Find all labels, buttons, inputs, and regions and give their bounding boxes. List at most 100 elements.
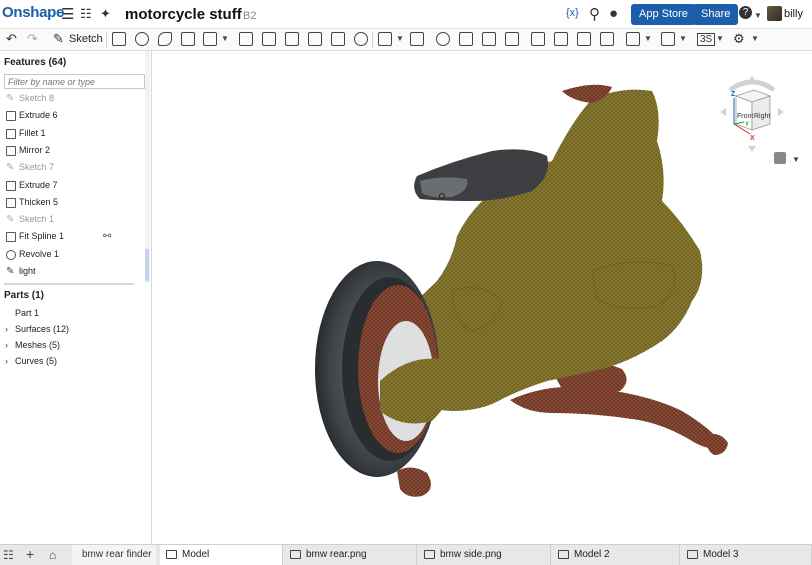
delete-part-icon[interactable] <box>505 32 519 46</box>
search-icon[interactable]: ⚲ <box>589 5 600 23</box>
custom-features-chevron-down-icon[interactable]: ▼ <box>751 34 759 43</box>
custom-features-icon[interactable]: ⚙ <box>733 31 745 47</box>
feature-item-mirror[interactable]: Mirror 2 <box>0 143 146 160</box>
plane-chevron-down-icon[interactable]: ▼ <box>644 34 652 43</box>
sweep-icon[interactable] <box>158 32 172 46</box>
extrude-icon[interactable] <box>112 32 126 46</box>
comment-icon[interactable]: ● <box>609 5 618 22</box>
chevron-right-icon[interactable]: › <box>5 356 8 366</box>
chevron-right-icon[interactable]: › <box>5 340 8 350</box>
sketch-icon: ✎ <box>6 93 15 104</box>
redo-icon[interactable]: ↷ <box>27 31 38 47</box>
link-icon[interactable]: ⚯ <box>103 231 111 242</box>
mirror-icon[interactable] <box>410 32 424 46</box>
help-icon[interactable]: ? <box>739 6 752 19</box>
feature-label: Sketch 1 <box>19 214 55 225</box>
pattern-chevron-down-icon[interactable]: ▼ <box>396 34 404 43</box>
add-tab-icon[interactable]: + <box>26 546 34 562</box>
sketch-pencil-icon[interactable]: ✎ <box>53 31 64 47</box>
share-button[interactable]: Share <box>693 4 739 25</box>
mate-chevron-down-icon[interactable]: ▼ <box>679 34 687 43</box>
home-folder-icon[interactable]: ⌂ <box>49 548 56 562</box>
image-icon <box>424 550 435 559</box>
graphics-viewport[interactable]: Front Right Z Y X ▼ <box>152 51 812 544</box>
rib-icon[interactable] <box>308 32 322 46</box>
branch-label[interactable]: B2 <box>243 10 256 22</box>
part-studio-icon <box>687 550 698 559</box>
delete-face-icon[interactable] <box>554 32 568 46</box>
tab-bmw-side-png[interactable]: bmw side.png <box>418 545 551 565</box>
part-item-part-1[interactable]: Part 1 <box>15 308 39 318</box>
view-mode-chevron-down-icon[interactable]: ▼ <box>716 34 724 43</box>
insert-icon[interactable]: ✦ <box>100 6 111 22</box>
chevron-right-icon[interactable]: › <box>5 324 8 334</box>
rotate-left-arrow-icon[interactable] <box>720 108 726 116</box>
feature-list-scroll-thumb[interactable] <box>145 249 149 281</box>
modify-fillet-icon[interactable] <box>531 32 545 46</box>
folder-tab-bmw-rear-finder[interactable]: bmw rear finder <box>72 545 156 565</box>
replace-face-icon[interactable] <box>600 32 614 46</box>
undo-icon[interactable]: ↶ <box>6 31 17 47</box>
feature-item-thicken[interactable]: Thicken 5 <box>0 195 146 212</box>
hamburger-menu-icon[interactable]: ☰ <box>61 5 74 23</box>
onshape-logo[interactable]: Onshape <box>2 4 64 21</box>
feature-item-fit-spline[interactable]: Fit Spline 1 ⚯ <box>0 229 146 246</box>
tab-model-3[interactable]: Model 3 <box>681 545 812 565</box>
panel-resize-handle[interactable] <box>4 283 134 285</box>
feature-item-fillet[interactable]: Fillet 1 <box>0 126 146 143</box>
view-navigation-cube[interactable]: Front Right Z Y X <box>720 76 784 152</box>
thicken-chevron-down-icon[interactable]: ▼ <box>221 34 229 43</box>
split-icon[interactable] <box>459 32 473 46</box>
view-cube-chevron-down-icon[interactable]: ▼ <box>792 155 800 164</box>
feature-item-sketch[interactable]: ✎ Sketch 1 <box>0 212 146 229</box>
move-face-icon[interactable] <box>577 32 591 46</box>
view-cube-menu-icon[interactable] <box>774 152 786 164</box>
avatar[interactable] <box>767 6 782 21</box>
feature-item-extrude[interactable]: Extrude 6 <box>0 108 146 125</box>
help-chevron-down-icon[interactable]: ▼ <box>754 11 762 20</box>
view-mode-button[interactable]: 3S <box>697 33 716 46</box>
tab-bar: ☷ + ⌂ bmw rear finder Model bmw rear.png… <box>0 544 812 565</box>
features-list-icon[interactable]: ☷ <box>80 6 92 22</box>
feature-item-sketch[interactable]: ✎ Sketch 7 <box>0 160 146 177</box>
transform-icon[interactable] <box>482 32 496 46</box>
motorcycle-model[interactable] <box>152 51 812 544</box>
part-studio-icon <box>166 550 177 559</box>
tab-bmw-rear-png[interactable]: bmw rear.png <box>284 545 417 565</box>
user-name[interactable]: billy <box>784 8 803 20</box>
part-group-surfaces[interactable]: Surfaces (12) <box>15 324 69 334</box>
features-heading: Features (64) <box>4 57 67 68</box>
tab-model[interactable]: Model <box>160 545 283 565</box>
hole-icon[interactable] <box>354 32 368 46</box>
toolbar-divider <box>106 32 107 48</box>
tab-model-2[interactable]: Model 2 <box>552 545 680 565</box>
tab-manager-icon[interactable]: ☷ <box>3 548 14 562</box>
plane-icon[interactable] <box>626 32 640 46</box>
shell-icon[interactable] <box>331 32 345 46</box>
rotate-up-arrow-icon[interactable] <box>748 76 756 82</box>
feature-item-sketch[interactable]: ✎ light <box>0 264 146 281</box>
boolean-icon[interactable] <box>436 32 450 46</box>
variable-icon[interactable]: {x} <box>566 7 579 19</box>
fillet-icon[interactable] <box>239 32 253 46</box>
sketch-button[interactable]: Sketch <box>69 33 103 45</box>
feature-filter-input[interactable] <box>4 74 145 89</box>
pattern-icon[interactable] <box>378 32 392 46</box>
tab-label: bmw side.png <box>440 549 502 560</box>
document-title[interactable]: motorcycle stuff <box>125 6 242 23</box>
loft-icon[interactable] <box>181 32 195 46</box>
app-store-button[interactable]: App Store <box>631 4 696 25</box>
part-group-curves[interactable]: Curves (5) <box>15 356 57 366</box>
feature-item-extrude[interactable]: Extrude 7 <box>0 178 146 195</box>
draft-icon[interactable] <box>285 32 299 46</box>
revolve-icon[interactable] <box>135 32 149 46</box>
orbit-arc[interactable] <box>728 79 776 93</box>
feature-item-revolve[interactable]: Revolve 1 <box>0 247 146 264</box>
feature-item-sketch[interactable]: ✎ Sketch 8 <box>0 91 146 108</box>
chamfer-icon[interactable] <box>262 32 276 46</box>
rotate-right-arrow-icon[interactable] <box>778 108 784 116</box>
mate-connector-icon[interactable] <box>661 32 675 46</box>
thicken-icon[interactable] <box>203 32 217 46</box>
part-group-meshes[interactable]: Meshes (5) <box>15 340 60 350</box>
rotate-down-arrow-icon[interactable] <box>748 146 756 152</box>
